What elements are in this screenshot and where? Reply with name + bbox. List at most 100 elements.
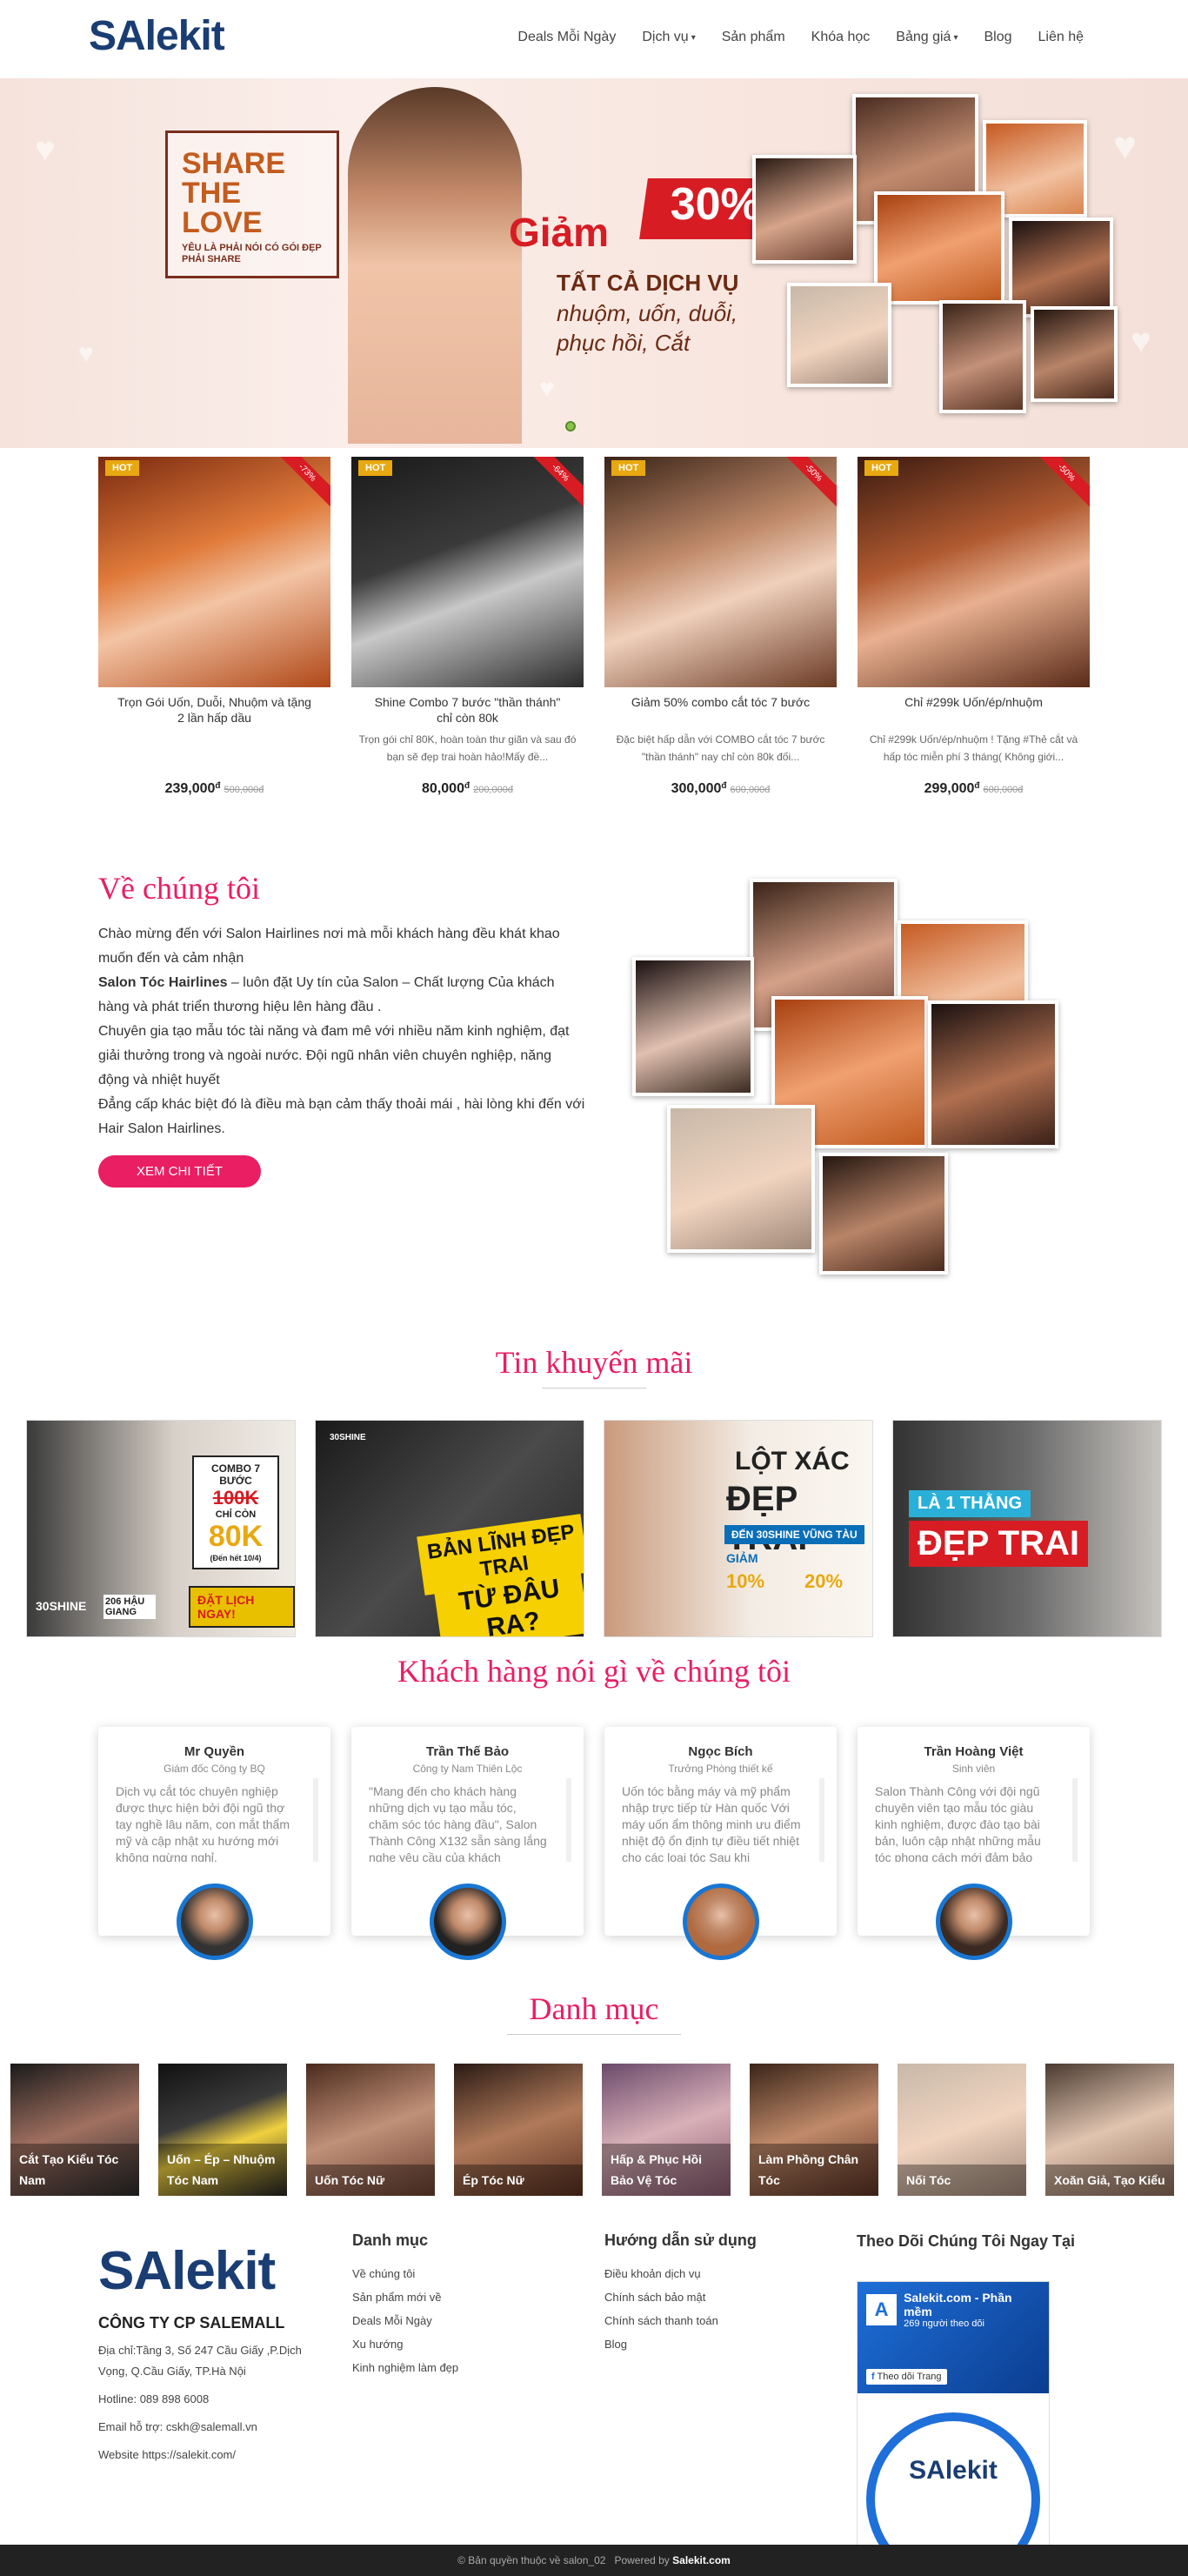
slider-dot[interactable] xyxy=(565,421,576,432)
product-card[interactable]: HOT -50% Chỉ #299k Uốn/ép/nhuộm Chỉ #299… xyxy=(858,457,1090,797)
old-price: 600,000đ xyxy=(983,785,1024,795)
category-label[interactable]: Hấp & Phục Hồi Bảo Vệ Tóc xyxy=(602,2144,731,2196)
fb-cover: A Salekit.com - Phần mềm 269 người theo … xyxy=(858,2282,1049,2393)
site-footer: SAlekit CÔNG TY CP SALEMALL Địa chỉ:Tầng… xyxy=(0,2231,1188,2576)
fb-follow-button[interactable]: f Theo dõi Trang xyxy=(866,2369,947,2385)
about-title: Về chúng tôi xyxy=(98,871,260,906)
product-price: 300,000đ 600,000đ xyxy=(671,781,771,796)
category-card[interactable]: Uốn – Ép – Nhuộm Tóc Nam xyxy=(158,2064,287,2196)
footer-logo[interactable]: SAlekit xyxy=(98,2240,276,2302)
category-card[interactable]: Cắt Tạo Kiểu Tóc Nam xyxy=(10,2064,139,2196)
category-label[interactable]: Làm Phồng Chân Tóc xyxy=(750,2144,878,2196)
footer-link[interactable]: Chính sách thanh toán xyxy=(604,2309,757,2332)
old-price: 500,000đ xyxy=(224,785,264,795)
collage-photo xyxy=(819,1153,948,1275)
fb-page-name[interactable]: Salekit.com - Phần mềm xyxy=(904,2291,1040,2318)
nav-item[interactable]: Liên hệ xyxy=(1038,30,1085,45)
nav-item[interactable]: Blog xyxy=(984,30,1011,45)
company-name: CÔNG TY CP SALEMALL xyxy=(98,2314,285,2332)
hero-photo xyxy=(752,155,857,264)
testimonial-name: Ngọc Bích xyxy=(688,1744,753,1759)
footer-link[interactable]: Về chúng tôi xyxy=(352,2262,458,2285)
promo-cta[interactable]: ĐẶT LỊCH NGAY! xyxy=(189,1586,295,1628)
promos-title: Tin khuyến mãi xyxy=(0,1344,1188,1388)
slider-dots xyxy=(565,421,576,432)
footer-col-categories: Danh mục Về chúng tôi Sản phẩm mới về Deal… xyxy=(352,2231,458,2379)
services-list: nhuộm, uốn, duỗi, phục hồi, Cắt xyxy=(557,300,738,356)
product-name[interactable]: Chỉ #299k Uốn/ép/nhuộm xyxy=(858,694,1090,727)
nav-item[interactable]: Bảng giá ▾ xyxy=(896,30,958,45)
product-card[interactable]: HOT -73% Trọn Gói Uốn, Duỗi, Nhuộm và tặ… xyxy=(98,457,330,797)
category-card[interactable]: Uốn Tóc Nữ xyxy=(306,2064,435,2196)
category-card[interactable]: Làm Phồng Chân Tóc xyxy=(750,2064,878,2196)
promo-card[interactable]: COMBO 7 BƯỚC 100K CHỈ CÒN 80K (Đến hết 1… xyxy=(26,1420,296,1637)
copyright-bar: © Bản quyền thuộc về salon_02 Powered by… xyxy=(0,2545,1188,2576)
footer-link[interactable]: Sản phẩm mới về xyxy=(352,2285,458,2309)
footer-link[interactable]: Kinh nghiệm làm đẹp xyxy=(352,2356,458,2379)
hero-banner[interactable]: ♥ ♥ ♥ ♥ ♥ SHARE THE LOVE YÊU LÀ PHẢI NÓI… xyxy=(0,78,1188,448)
nav-item-label: Deals Mỗi Ngày xyxy=(517,30,617,44)
footer-links: Về chúng tôi Sản phẩm mới về Deals Mỗi Ngà… xyxy=(352,2262,458,2379)
about-more-button[interactable]: XEM CHI TIẾT xyxy=(98,1155,261,1188)
avatar xyxy=(176,1883,253,1960)
product-image[interactable]: HOT -73% xyxy=(98,457,330,687)
product-image[interactable]: HOT -64% xyxy=(351,457,584,687)
about-collage xyxy=(632,879,1058,1279)
category-label[interactable]: Xoăn Giả, Tạo Kiểu xyxy=(1045,2165,1174,2196)
product-card[interactable]: HOT -64% Shine Combo 7 bước "thần thánh"… xyxy=(351,457,584,797)
company-website[interactable]: Website https://salekit.com/ xyxy=(98,2445,333,2466)
product-desc: Chỉ #299k Uốn/ép/nhuộm ! Tặng #Thẻ cắt v… xyxy=(869,733,1078,763)
product-name[interactable]: Giảm 50% combo cắt tóc 7 bước xyxy=(604,694,837,727)
testimonial-role: Giám đốc Công ty BQ xyxy=(164,1763,265,1775)
category-card[interactable]: Xoăn Giả, Tạo Kiểu xyxy=(1045,2064,1174,2196)
category-label[interactable]: Cắt Tạo Kiểu Tóc Nam xyxy=(10,2144,139,2196)
footer-link[interactable]: Blog xyxy=(604,2332,757,2356)
site-logo[interactable]: SAlekit xyxy=(89,12,225,60)
nav-item[interactable]: Khóa học xyxy=(811,30,871,45)
promo-card[interactable]: 30SHINE BẢN LĨNH ĐẸP TRAI TỪ ĐÂU RA? xyxy=(315,1420,584,1637)
company-email[interactable]: Email hỗ trợ: cskh@salemall.vn xyxy=(98,2417,333,2438)
testimonial-card: Trần Thế Bảo Công ty Nam Thiên Lộc "Mang… xyxy=(351,1727,584,1960)
product-name[interactable]: Trọn Gói Uốn, Duỗi, Nhuộm và tặng 2 lần … xyxy=(98,694,330,727)
collage-photo xyxy=(632,957,754,1096)
footer-link[interactable]: Điều khoản dịch vụ xyxy=(604,2262,757,2285)
company-info: Địa chỉ:Tầng 3, Số 247 Cầu Giấy ,P.Dịch … xyxy=(98,2340,333,2472)
promo-grid: COMBO 7 BƯỚC 100K CHỈ CÒN 80K (Đến hết 1… xyxy=(26,1420,1162,1637)
product-image[interactable]: HOT -50% xyxy=(858,457,1090,687)
product-desc xyxy=(98,731,330,773)
logo-text: SAlekit xyxy=(89,13,225,59)
share-the-love-box: SHARE THE LOVE YÊU LÀ PHẢI NÓI CÓ GÓI ĐẸ… xyxy=(165,130,339,278)
about-section: Về chúng tôi Chào mừng đến với Salon Hai… xyxy=(98,870,585,1188)
nav-item[interactable]: Deals Mỗi Ngày xyxy=(517,30,616,45)
testimonial-card: Ngọc Bích Trưởng Phòng thiết kế Uốn tóc … xyxy=(604,1727,837,1960)
product-name[interactable]: Shine Combo 7 bước "thần thánh" chỉ còn … xyxy=(351,694,584,727)
copyright-brand[interactable]: Salekit.com xyxy=(672,2554,731,2566)
category-card[interactable]: Hấp & Phục Hồi Bảo Vệ Tóc xyxy=(602,2064,731,2196)
nav-item[interactable]: Dịch vụ ▾ xyxy=(642,30,695,45)
category-card[interactable]: Nối Tóc xyxy=(898,2064,1026,2196)
product-image[interactable]: HOT -50% xyxy=(604,457,837,687)
footer-link[interactable]: Deals Mỗi Ngày xyxy=(352,2309,458,2332)
testimonial-role: Công ty Nam Thiên Lộc xyxy=(412,1763,523,1775)
facebook-widget[interactable]: A Salekit.com - Phần mềm 269 người theo … xyxy=(857,2281,1050,2576)
footer-link[interactable]: Xu hướng xyxy=(352,2332,458,2356)
discount-ribbon: -73% xyxy=(268,457,330,512)
footer-link[interactable]: Chính sách bảo mật xyxy=(604,2285,757,2309)
main-nav: Deals Mỗi Ngày Dịch vụ ▾ Sản phẩm Khóa học Bả… xyxy=(517,30,1084,45)
category-label[interactable]: Uốn – Ép – Nhuộm Tóc Nam xyxy=(158,2144,287,2196)
category-label[interactable]: Uốn Tóc Nữ xyxy=(306,2165,435,2196)
promo-card[interactable]: LỘT XÁC ĐẸP TRAI ĐẾN 30SHINE VŨNG TÀU GI… xyxy=(604,1420,873,1637)
category-card[interactable]: Ép Tóc Nữ xyxy=(454,2064,583,2196)
category-label[interactable]: Ép Tóc Nữ xyxy=(454,2165,583,2196)
promo-card[interactable]: LÀ 1 THẰNG ĐẸP TRAI xyxy=(892,1420,1162,1637)
nav-item-label: Sản phẩm xyxy=(721,30,785,44)
chevron-down-icon: ▾ xyxy=(953,32,958,43)
hot-badge: HOT xyxy=(611,460,646,476)
testimonial-name: Trần Hoàng Việt xyxy=(924,1744,1024,1759)
company-address: Địa chỉ:Tầng 3, Số 247 Cầu Giấy ,P.Dịch … xyxy=(98,2344,302,2378)
category-label[interactable]: Nối Tóc xyxy=(898,2165,1026,2196)
product-card[interactable]: HOT -50% Giảm 50% combo cắt tóc 7 bước Đ… xyxy=(604,457,837,797)
nav-item[interactable]: Sản phẩm xyxy=(722,30,785,45)
company-hotline[interactable]: Hotline: 089 898 6008 xyxy=(98,2389,333,2410)
product-desc: Trọn gói chỉ 80K, hoàn toàn thư giãn và … xyxy=(358,733,577,763)
